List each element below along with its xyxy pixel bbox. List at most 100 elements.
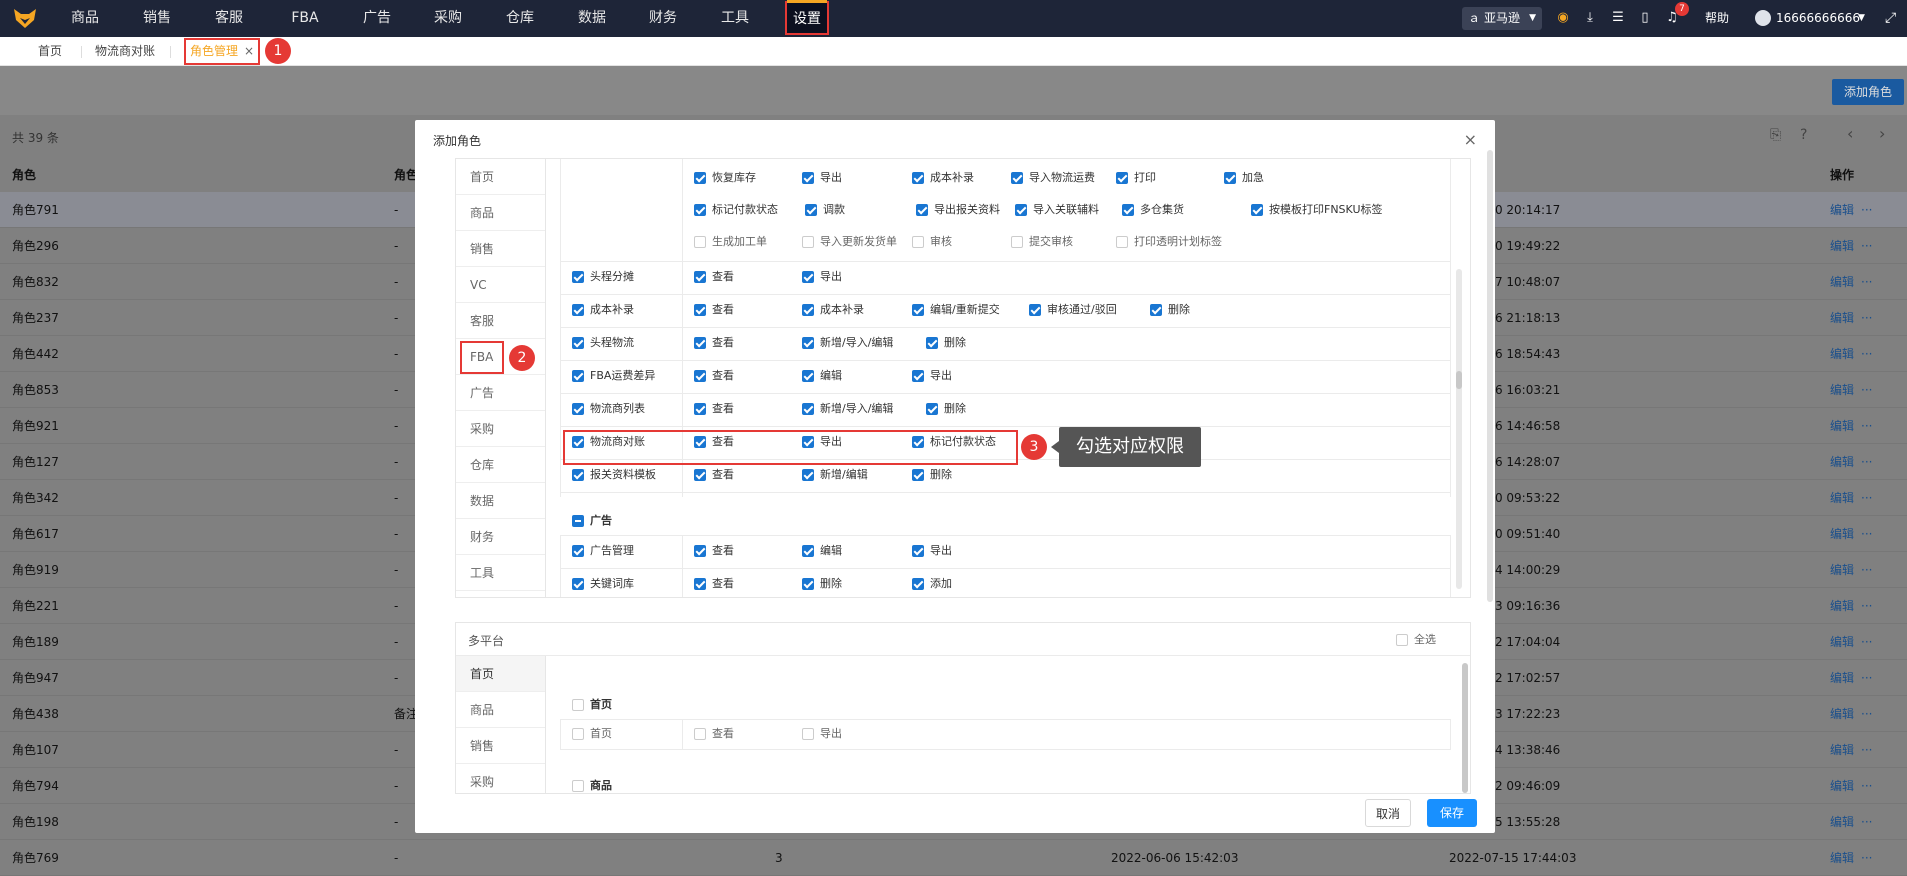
permission-checkbox[interactable]: 生成加工单 (694, 235, 767, 249)
fullscreen-icon[interactable]: ⤢ (1885, 0, 1896, 37)
permission-checkbox[interactable]: 添加 (912, 577, 952, 591)
marketplace-select[interactable]: ａ 亚马逊 ▼ (1462, 7, 1542, 30)
nav-item-data[interactable]: 数据 (569, 0, 615, 37)
edit-link[interactable]: 编辑 (1830, 624, 1854, 660)
more-icon[interactable]: ··· (1861, 660, 1872, 696)
select-all-checkbox[interactable]: 全选 (1396, 633, 1436, 647)
modal-close-icon[interactable]: × (1464, 130, 1477, 149)
nav-item-settings[interactable]: 设置 (785, 0, 829, 35)
download-icon[interactable]: ⤓ (1582, 10, 1598, 26)
document-icon[interactable]: ☰ (1610, 10, 1626, 26)
more-icon[interactable]: ··· (1861, 804, 1872, 840)
permission-checkbox[interactable]: 打印透明计划标签 (1116, 235, 1222, 249)
permission-checkbox[interactable]: 编辑 (802, 369, 842, 383)
more-icon[interactable]: ··· (1861, 840, 1872, 876)
more-icon[interactable]: ··· (1861, 480, 1872, 516)
sidebar-item[interactable]: 销售 (456, 231, 545, 267)
nav-item-tools[interactable]: 工具 (712, 0, 758, 37)
add-role-button[interactable]: 添加角色 (1832, 79, 1904, 105)
permission-checkbox[interactable]: 多仓集货 (1122, 203, 1184, 217)
sidebar-item[interactable]: 商品 (456, 195, 545, 231)
more-icon[interactable]: ··· (1861, 732, 1872, 768)
permission-row-checkbox[interactable]: 关键词库 (572, 577, 634, 591)
sidebar-item[interactable]: 工具 (456, 555, 545, 591)
permission-row-checkbox[interactable]: 报关资料模板 (572, 468, 656, 482)
avatar[interactable] (1755, 10, 1771, 26)
mobile-icon[interactable]: ▯ (1637, 10, 1653, 26)
coin-icon[interactable]: ◉ (1555, 10, 1571, 26)
edit-link[interactable]: 编辑 (1830, 696, 1854, 732)
sidebar-item[interactable]: VC (456, 267, 545, 303)
permission-checkbox[interactable]: 审核 (912, 235, 952, 249)
permission-row-checkbox[interactable]: FBA运费差异 (572, 369, 655, 383)
edit-link[interactable]: 编辑 (1830, 804, 1854, 840)
scroll-track[interactable] (1456, 269, 1462, 589)
more-icon[interactable]: ··· (1861, 516, 1872, 552)
sidebar-item[interactable]: 仓库 (456, 447, 545, 483)
permission-checkbox[interactable]: 查看 (694, 303, 734, 317)
sidebar-item[interactable]: 数据 (456, 483, 545, 519)
account-chevron-icon[interactable]: ▼ (1858, 0, 1865, 37)
edit-link[interactable]: 编辑 (1830, 660, 1854, 696)
permission-row-checkbox[interactable]: 广告管理 (572, 544, 634, 558)
edit-link[interactable]: 编辑 (1830, 408, 1854, 444)
group-ads-checkbox[interactable]: 广告 (572, 514, 612, 528)
permission-checkbox[interactable]: 标记付款状态 (694, 203, 778, 217)
sidebar-item[interactable]: 采购 (456, 411, 545, 447)
permission-row-checkbox[interactable]: 物流商列表 (572, 402, 645, 416)
permission-checkbox[interactable]: 按模板打印FNSKU标签 (1251, 203, 1383, 217)
edit-link[interactable]: 编辑 (1830, 480, 1854, 516)
export-icon[interactable]: ⎘ (1770, 127, 1781, 143)
permission-checkbox[interactable]: 新增/导入/编辑 (802, 336, 893, 350)
permission-checkbox[interactable]: 导出 (802, 270, 842, 284)
permission-checkbox[interactable]: 查看 (694, 369, 734, 383)
permission-checkbox[interactable]: 导入关联辅料 (1015, 203, 1099, 217)
nav-item-fba[interactable]: FBA (282, 0, 328, 37)
edit-link[interactable]: 编辑 (1830, 552, 1854, 588)
permission-checkbox[interactable]: 新增/编辑 (802, 468, 868, 482)
permission-checkbox[interactable]: 查看 (694, 270, 734, 284)
permission-checkbox[interactable]: 恢复库存 (694, 171, 756, 185)
edit-link[interactable]: 编辑 (1830, 336, 1854, 372)
permission-checkbox[interactable]: 导出 (802, 171, 842, 185)
permission-row-checkbox[interactable]: 成本补录 (572, 303, 634, 317)
tab-logistics-reconcile[interactable]: 物流商对账 (95, 37, 155, 66)
help-link[interactable]: 帮助 (1705, 0, 1729, 37)
edit-link[interactable]: 编辑 (1830, 768, 1854, 804)
nav-item-sales[interactable]: 销售 (134, 0, 180, 37)
prev-page-icon[interactable]: ‹ (1847, 124, 1853, 143)
permission-checkbox[interactable]: 打印 (1116, 171, 1156, 185)
tab-home[interactable]: 首页 (38, 37, 62, 66)
home-view-checkbox[interactable]: 查看 (694, 727, 734, 741)
permission-row-checkbox[interactable]: 头程分摊 (572, 270, 634, 284)
more-icon[interactable]: ··· (1861, 300, 1872, 336)
sidebar-item[interactable]: 采购 (456, 764, 545, 793)
permission-checkbox[interactable]: 导入更新发货单 (802, 235, 897, 249)
nav-item-goods[interactable]: 商品 (62, 0, 108, 37)
more-icon[interactable]: ··· (1861, 228, 1872, 264)
next-page-icon[interactable]: › (1879, 124, 1885, 143)
account-name[interactable]: 16666666666 (1776, 0, 1860, 37)
edit-link[interactable]: 编辑 (1830, 732, 1854, 768)
home-export-checkbox[interactable]: 导出 (802, 727, 842, 741)
modal-scrollbar[interactable] (1487, 150, 1493, 602)
sidebar-item[interactable]: 销售 (456, 728, 545, 764)
permission-checkbox[interactable]: 删除 (912, 468, 952, 482)
more-icon[interactable]: ··· (1861, 444, 1872, 480)
cancel-button[interactable]: 取消 (1365, 799, 1411, 827)
permission-checkbox[interactable]: 成本补录 (802, 303, 864, 317)
permission-checkbox[interactable]: 新增/导入/编辑 (802, 402, 893, 416)
more-icon[interactable]: ··· (1861, 408, 1872, 444)
permission-row-checkbox[interactable]: 头程物流 (572, 336, 634, 350)
more-icon[interactable]: ··· (1861, 624, 1872, 660)
save-button[interactable]: 保存 (1427, 799, 1477, 827)
edit-link[interactable]: 编辑 (1830, 300, 1854, 336)
permission-checkbox[interactable]: 审核通过/驳回 (1029, 303, 1117, 317)
permission-checkbox[interactable]: 查看 (694, 544, 734, 558)
help-circle-icon[interactable]: ? (1800, 127, 1807, 143)
nav-item-warehouse[interactable]: 仓库 (497, 0, 543, 37)
edit-link[interactable]: 编辑 (1830, 516, 1854, 552)
permission-checkbox[interactable]: 加急 (1224, 171, 1264, 185)
permission-checkbox[interactable]: 导出 (912, 369, 952, 383)
sidebar-item[interactable]: 首页 (456, 656, 545, 692)
